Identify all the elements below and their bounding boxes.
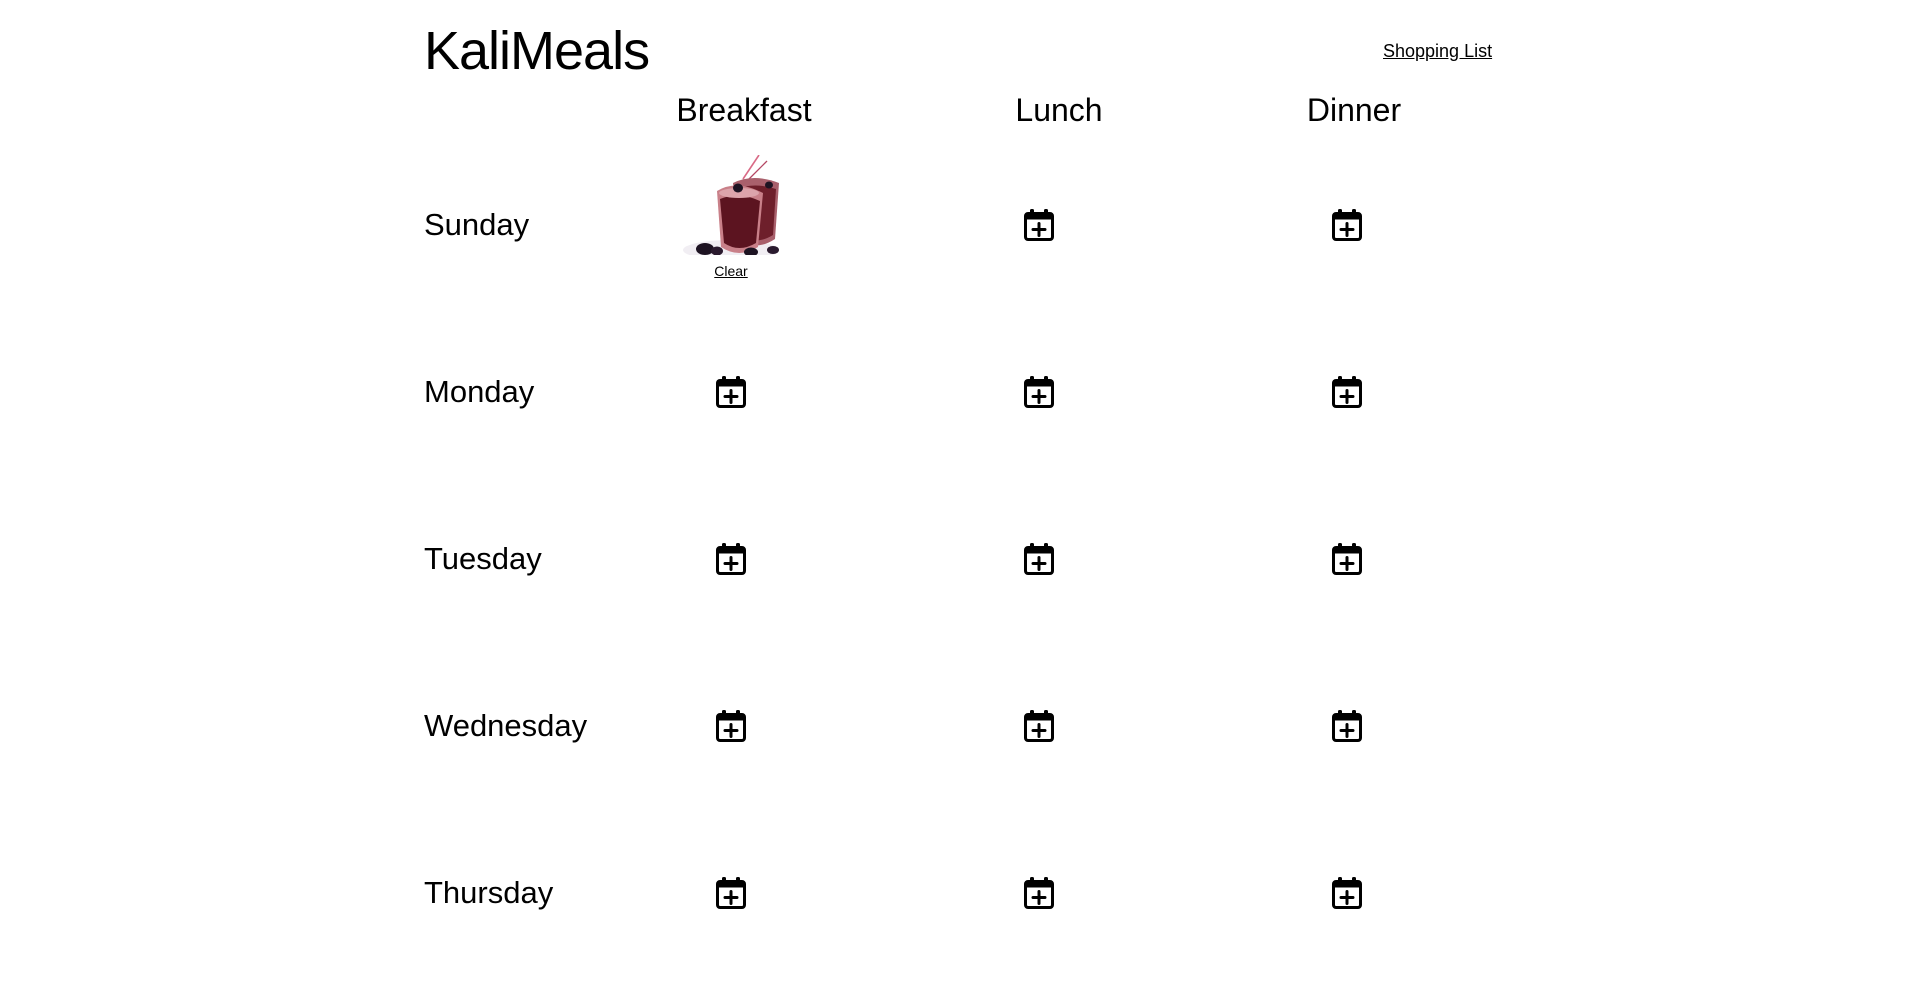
add-meal-wednesday-breakfast[interactable] bbox=[709, 704, 753, 748]
day-label-tuesday: Tuesday bbox=[424, 541, 542, 576]
calendar-plus-icon bbox=[1332, 877, 1362, 909]
app-title: KaliMeals bbox=[424, 21, 650, 81]
calendar-plus-icon bbox=[716, 543, 746, 575]
add-meal-tuesday-lunch[interactable] bbox=[1017, 537, 1061, 581]
add-meal-thursday-dinner[interactable] bbox=[1325, 871, 1369, 915]
meal-photo-berry-smoothie[interactable] bbox=[681, 155, 781, 255]
calendar-plus-icon bbox=[1332, 376, 1362, 408]
shopping-list-link[interactable]: Shopping List bbox=[1383, 39, 1492, 63]
calendar-plus-icon bbox=[1332, 543, 1362, 575]
calendar-plus-icon bbox=[1024, 877, 1054, 909]
clear-button[interactable]: Clear bbox=[681, 262, 781, 280]
add-meal-tuesday-breakfast[interactable] bbox=[709, 537, 753, 581]
add-meal-tuesday-dinner[interactable] bbox=[1325, 537, 1369, 581]
calendar-plus-icon bbox=[1024, 543, 1054, 575]
add-meal-monday-lunch[interactable] bbox=[1017, 370, 1061, 414]
meal-header-lunch: Lunch bbox=[1015, 92, 1103, 128]
calendar-plus-icon bbox=[1024, 209, 1054, 241]
add-meal-monday-breakfast[interactable] bbox=[709, 370, 753, 414]
add-meal-thursday-breakfast[interactable] bbox=[709, 871, 753, 915]
calendar-plus-icon bbox=[1024, 710, 1054, 742]
day-label-monday: Monday bbox=[424, 374, 535, 409]
day-label-thursday: Thursday bbox=[424, 875, 554, 910]
day-label-wednesday: Wednesday bbox=[424, 708, 588, 743]
calendar-plus-icon bbox=[1332, 710, 1362, 742]
add-meal-sunday-dinner[interactable] bbox=[1325, 203, 1369, 247]
add-meal-sunday-lunch[interactable] bbox=[1017, 203, 1061, 247]
meal-header-dinner: Dinner bbox=[1306, 92, 1402, 128]
meal-planner-page: KaliMeals Shopping List Breakfast Lunch … bbox=[0, 0, 1916, 1005]
day-label-sunday: Sunday bbox=[424, 207, 530, 242]
calendar-plus-icon bbox=[716, 376, 746, 408]
meal-header-breakfast: Breakfast bbox=[676, 92, 812, 128]
add-meal-wednesday-lunch[interactable] bbox=[1017, 704, 1061, 748]
calendar-plus-icon bbox=[716, 877, 746, 909]
calendar-plus-icon bbox=[1024, 376, 1054, 408]
calendar-plus-icon bbox=[716, 710, 746, 742]
add-meal-wednesday-dinner[interactable] bbox=[1325, 704, 1369, 748]
add-meal-monday-dinner[interactable] bbox=[1325, 370, 1369, 414]
add-meal-thursday-lunch[interactable] bbox=[1017, 871, 1061, 915]
slot-sunday-breakfast: Clear bbox=[681, 155, 781, 280]
calendar-plus-icon bbox=[1332, 209, 1362, 241]
